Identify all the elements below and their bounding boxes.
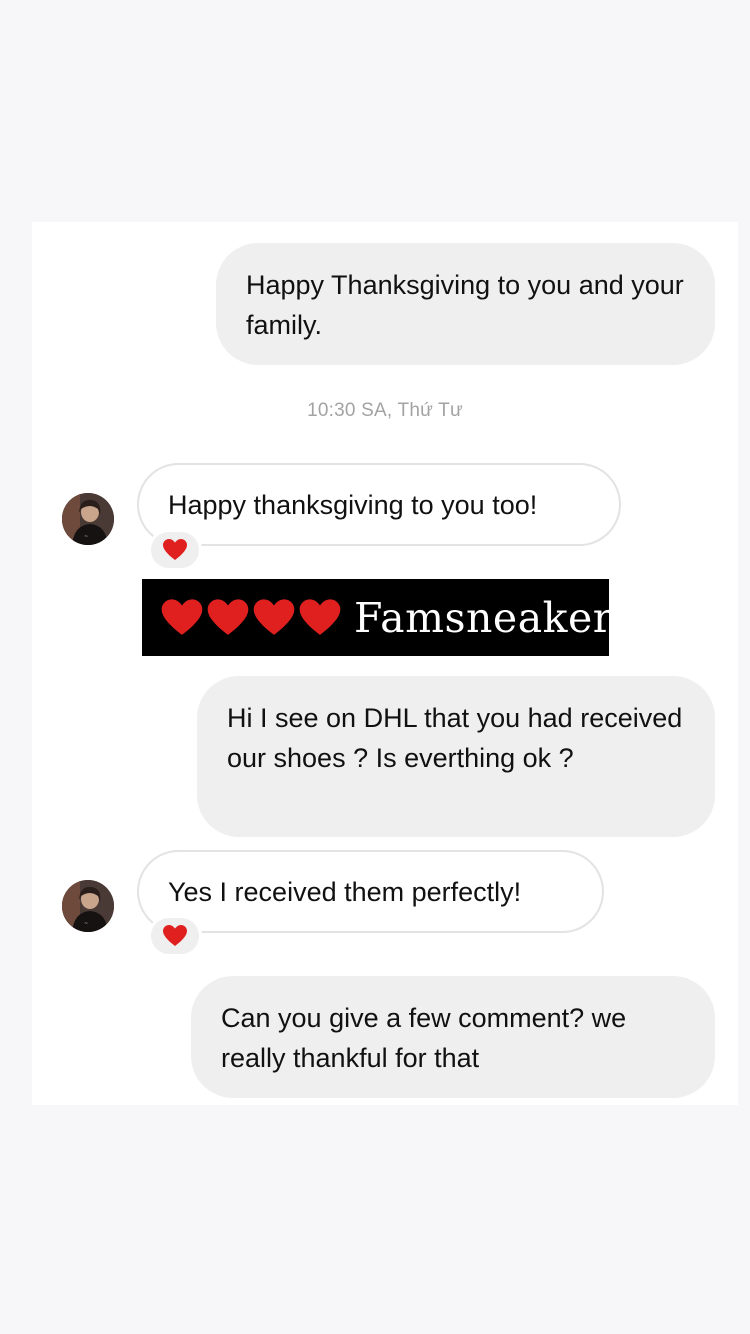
banner-text: Famsneaker [354,593,613,642]
banner-hearts [160,597,342,639]
incoming-message-bubble[interactable]: Yes I received them perfectly! [137,850,604,933]
heart-icon [163,539,187,560]
svg-text:~: ~ [84,534,88,540]
outgoing-message-bubble[interactable]: Happy Thanksgiving to you and your famil… [216,243,715,365]
contact-avatar[interactable]: ~ [62,880,114,932]
message-text: Happy Thanksgiving to you and your famil… [246,270,684,340]
heart-icon [163,925,187,946]
contact-avatar[interactable]: ~ [62,493,114,545]
message-timestamp: 10:30 SA, Thứ Tư [307,400,463,421]
heart-icon [299,598,341,635]
heart-reaction[interactable] [148,915,202,957]
heart-reaction[interactable] [148,529,202,571]
message-text: Happy thanksgiving to you too! [168,490,538,520]
brand-banner: Famsneaker [142,579,612,656]
svg-text:~: ~ [84,921,88,927]
message-text: Hi I see on DHL that you had received ou… [227,703,683,773]
heart-icon [253,598,295,635]
message-text: Yes I received them perfectly! [168,877,522,907]
chat-thread: Happy Thanksgiving to you and your famil… [32,222,738,1105]
heart-icon [161,598,203,635]
outgoing-message-bubble[interactable]: Can you give a few comment? we really th… [191,976,715,1098]
heart-icon [207,598,249,635]
incoming-message-bubble[interactable]: Happy thanksgiving to you too! [137,463,621,546]
avatar-photo-icon: ~ [62,493,114,545]
message-text: Can you give a few comment? we really th… [221,1003,627,1073]
avatar-photo-icon: ~ [62,880,114,932]
outgoing-message-bubble[interactable]: Hi I see on DHL that you had received ou… [197,676,715,837]
